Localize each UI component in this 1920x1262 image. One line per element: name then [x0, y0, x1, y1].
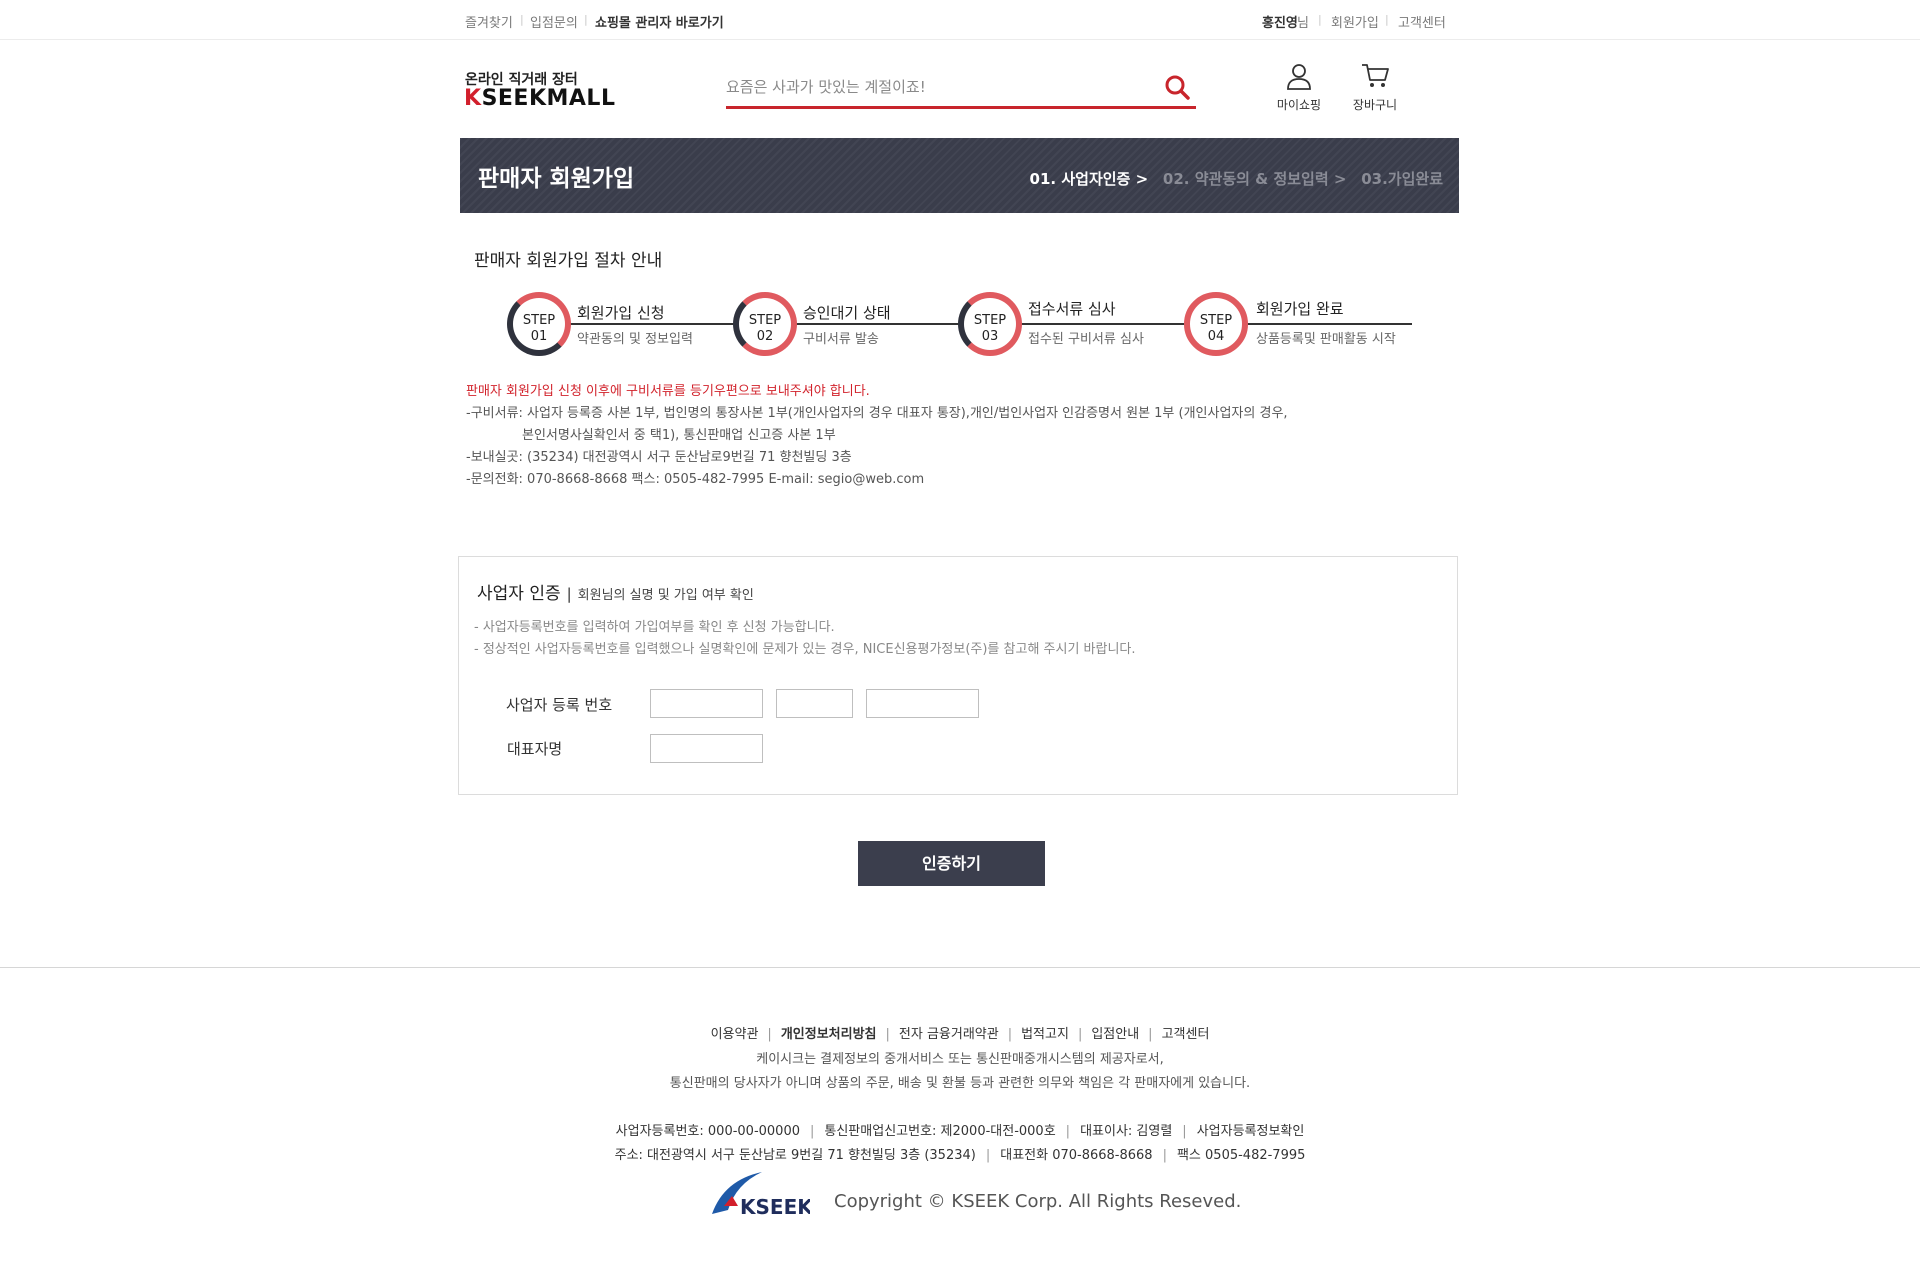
footer-address-info: 주소: 대전광역시 서구 둔산남로 9번길 71 향천빌딩 3층 (35234)…	[614, 1148, 1306, 1163]
top-utility-bar: 즐겨찾기 | 입점문의 | 쇼핑몰 관리자 바로가기 홍진영 님 | 회원가입 …	[0, 0, 1920, 40]
step-name: 승인대기 상태	[803, 304, 891, 322]
footer-link-terms[interactable]: 이용약관	[711, 1027, 759, 1042]
footer-link-support[interactable]: 고객센터	[1162, 1027, 1210, 1042]
notice-warning: 판매자 회원가입 신청 이후에 구비서류를 등기우편으로 보내주셔야 합니다.	[466, 384, 870, 399]
footer-links: 이용약관 | 개인정보처리방침 | 전자 금융거래약관 | 법적고지 | 입점안내 | 고객센터	[710, 1027, 1210, 1042]
signup-link[interactable]: 회원가입	[1331, 12, 1379, 31]
footer-link-legal[interactable]: 법적고지	[1021, 1027, 1069, 1042]
signup-progress: 01. 사업자인증 > 02. 약관동의 & 정보입력 > 03.가입완료	[1030, 168, 1443, 189]
myshop-label: 마이쇼핑	[1276, 98, 1322, 112]
cart-label: 장바구니	[1352, 98, 1398, 112]
cart-icon	[1362, 64, 1389, 87]
notice-address: -보내실곳: (35234) 대전광역시 서구 둔산남로9번길 71 향천빌딩 …	[466, 450, 852, 465]
divider: |	[1318, 13, 1322, 26]
notice-contact: -문의전화: 070-8668-8668 팩스: 0505-482-7995 E…	[466, 472, 925, 487]
customer-center-link[interactable]: 고객센터	[1398, 12, 1446, 31]
divider: |	[584, 13, 588, 26]
footer-link-efinance[interactable]: 전자 금융거래약관	[899, 1027, 999, 1042]
business-verification-form: 사업자 인증 | 회원님의 실명 및 가입 여부 확인 - 사업자등록번호를 입력하…	[458, 556, 1458, 795]
admin-shortcut-link[interactable]: 쇼핑몰 관리자 바로가기	[595, 12, 724, 31]
ceo-name-label: 대표자명	[507, 740, 563, 758]
verify-button[interactable]: 인증하기	[858, 841, 1045, 886]
page-title: 판매자 회원가입	[478, 166, 635, 192]
user-suffix: 님	[1297, 16, 1309, 31]
signup-banner: 판매자 회원가입 01. 사업자인증 > 02. 약관동의 & 정보입력 > 0…	[460, 138, 1459, 213]
notice-documents-cont: 본인서명사실확인서 중 택1), 통신판매업 신고증 사본 1부	[522, 428, 836, 443]
form-subtitle: 회원님의 실명 및 가입 여부 확인	[577, 588, 754, 603]
step-desc: 구비서류 발송	[803, 332, 879, 347]
form-heading: 사업자 인증 | 회원님의 실명 및 가입 여부 확인	[477, 584, 754, 604]
user-icon	[1287, 64, 1311, 90]
footer-link-store[interactable]: 입점안내	[1091, 1027, 1139, 1042]
form-note-2: - 정상적인 사업자등록번호를 입력했으나 실명확인에 문제가 있는 경우, N…	[474, 642, 1136, 657]
user-name: 홍진영	[1262, 16, 1298, 31]
bizno-field-3[interactable]	[866, 689, 979, 718]
footer-divider	[0, 967, 1920, 968]
divider: |	[1385, 13, 1389, 26]
step-badge: STEP 02	[733, 292, 797, 356]
notice-documents: -구비서류: 사업자 등록증 사본 1부, 법인명의 통장사본 1부(개인사업자…	[466, 406, 1288, 421]
step-badge: STEP 04	[1184, 292, 1248, 356]
form-note-1: - 사업자등록번호를 입력하여 가입여부를 확인 후 신청 가능합니다.	[474, 620, 835, 635]
bizno-label: 사업자 등록 번호	[506, 696, 613, 714]
search-bar	[726, 68, 1196, 109]
myshop-button[interactable]: 마이쇼핑	[1269, 62, 1329, 113]
footer-link-privacy[interactable]: 개인정보처리방침	[781, 1027, 877, 1042]
step-desc: 약관동의 및 정보입력	[577, 332, 693, 347]
footer-company-info: 사업자등록번호: 000-00-00000 | 통신판매업신고번호: 제2000-대…	[615, 1124, 1305, 1139]
step-name: 접수서류 심사	[1028, 300, 1116, 318]
progress-step-3: 03.가입완료	[1361, 170, 1443, 188]
footer-logo: KSEEK	[710, 1170, 814, 1222]
step-badge: STEP 01	[507, 292, 571, 356]
ceo-name-field[interactable]	[650, 734, 763, 763]
progress-step-2: 02. 약관동의 & 정보입력 >	[1162, 170, 1347, 188]
progress-step-1: 01. 사업자인증 >	[1029, 170, 1149, 188]
favorites-link[interactable]: 즐겨찾기	[465, 12, 513, 31]
step-name: 회원가입 완료	[1256, 300, 1344, 318]
kseek-logo-icon: KSEEK	[712, 1172, 814, 1219]
search-icon[interactable]	[1162, 72, 1192, 102]
step-name: 회원가입 신청	[577, 304, 665, 322]
bizno-field-1[interactable]	[650, 689, 763, 718]
svg-text:KSEEK: KSEEK	[740, 1195, 810, 1218]
store-inquiry-link[interactable]: 입점문의	[530, 12, 578, 31]
footer-desc-1: 케이시크는 결제정보의 중개서비스 또는 통신판매중개시스템의 제공자로서,	[756, 1052, 1164, 1067]
step-desc: 상품등록및 판매활동 시작	[1256, 332, 1396, 347]
cart-button[interactable]: 장바구니	[1345, 62, 1405, 113]
search-input[interactable]	[726, 74, 1146, 100]
step-desc: 접수된 구비서류 심사	[1028, 332, 1144, 347]
divider: |	[520, 13, 524, 26]
bizno-field-2[interactable]	[776, 689, 853, 718]
footer-desc-2: 통신판매의 당사자가 아니며 상품의 주문, 배송 및 환불 등과 관련한 의무…	[669, 1076, 1251, 1091]
biz-info-check-link[interactable]: 사업자등록정보확인	[1197, 1124, 1305, 1139]
guide-title: 판매자 회원가입 절차 안내	[474, 251, 663, 271]
logo-wordmark: KSEEKMALL	[464, 86, 616, 111]
copyright-text: Copyright © KSEEK Corp. All Rights Resev…	[834, 1191, 1242, 1212]
form-title: 사업자 인증	[477, 584, 561, 604]
step-badge: STEP 03	[958, 292, 1022, 356]
